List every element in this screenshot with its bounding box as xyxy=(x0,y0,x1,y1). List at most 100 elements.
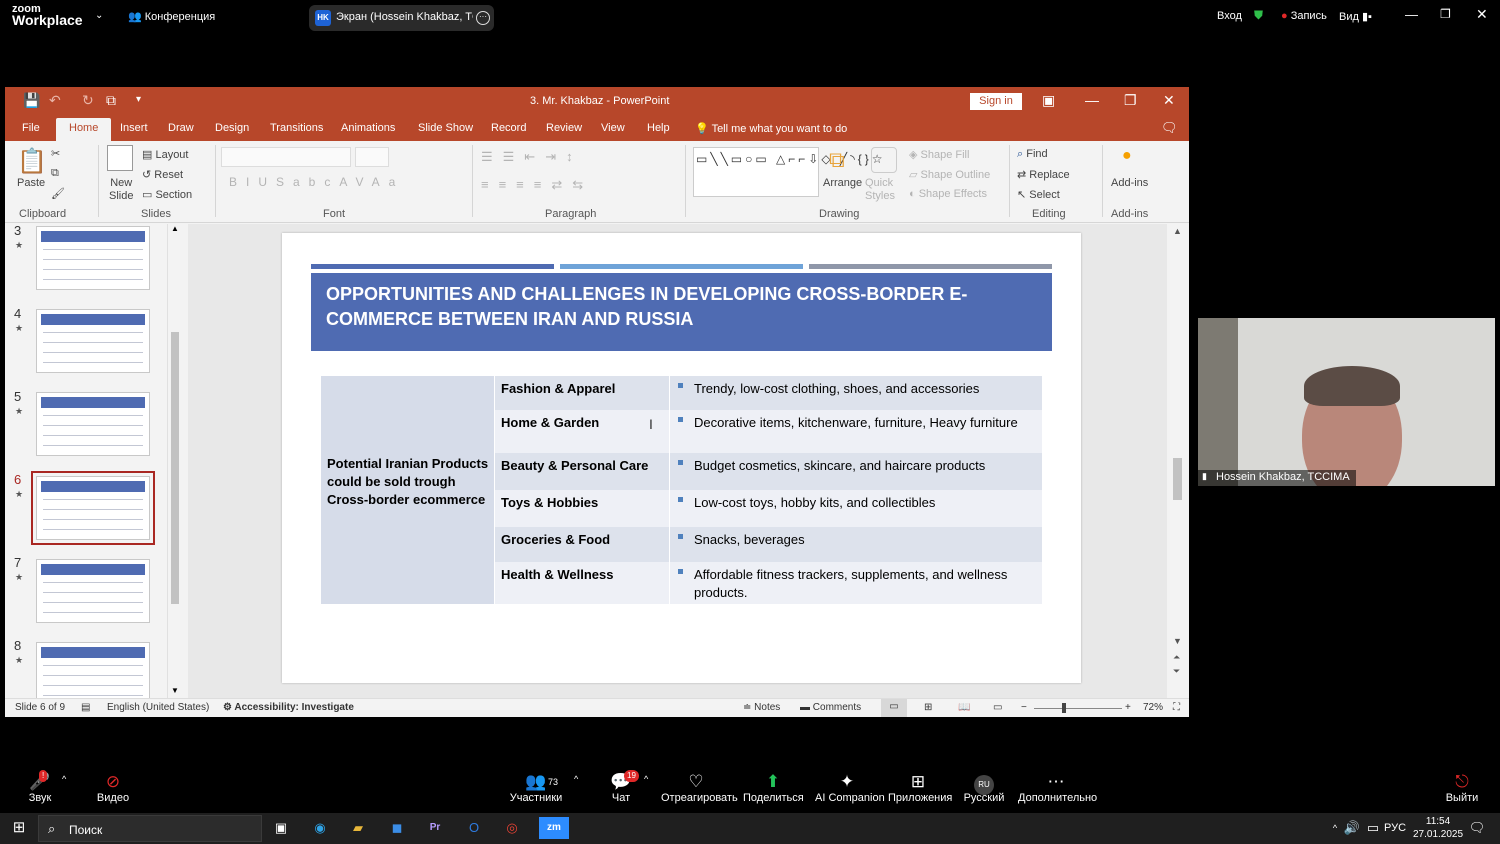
cut-icon[interactable]: ✂ xyxy=(51,147,60,160)
scroll-up-icon[interactable]: ▲ xyxy=(1173,226,1182,236)
scroll-up-icon[interactable]: ▲ xyxy=(171,224,179,233)
slide-thumbnail-8[interactable] xyxy=(36,642,150,706)
paste-button[interactable]: Paste xyxy=(17,177,45,189)
new-slide-button[interactable]: New Slide xyxy=(109,177,133,203)
language-button[interactable]: RU Русский xyxy=(962,766,1006,813)
windows-start-icon[interactable]: ⊞ xyxy=(8,817,30,839)
video-button[interactable]: ⊘ Видео xyxy=(92,766,134,813)
slide-thumbnail-7[interactable] xyxy=(36,559,150,623)
language-status[interactable]: English (United States) xyxy=(107,702,209,713)
scrollbar-thumb[interactable] xyxy=(1173,458,1182,500)
spell-check-icon[interactable]: ▤ xyxy=(81,702,90,713)
previous-slide-icon[interactable]: ⏶ xyxy=(1173,652,1180,663)
close-icon[interactable]: ✕ xyxy=(1163,92,1175,108)
notes-button[interactable]: ≐ Notes xyxy=(743,702,780,713)
tab-animations[interactable]: Animations xyxy=(341,122,395,134)
tell-me-box[interactable]: 💡 Tell me what you want to do xyxy=(695,122,847,135)
quick-styles-button[interactable]: Quick Styles xyxy=(865,177,895,203)
clock[interactable]: 11:54 27.01.2025 xyxy=(1413,815,1463,841)
notifications-icon[interactable]: 🗨 xyxy=(1466,817,1488,839)
taskbar-search[interactable]: ⌕ Поиск xyxy=(38,815,262,842)
tab-design[interactable]: Design xyxy=(215,122,249,134)
fit-to-window-icon[interactable]: ⛶ xyxy=(1173,702,1180,713)
tab-help[interactable]: Help xyxy=(647,122,670,134)
login-button[interactable]: Вход xyxy=(1217,10,1242,22)
view-button[interactable]: Вид ▮▪ xyxy=(1339,10,1372,23)
select-button[interactable]: ↖ Select xyxy=(1017,188,1060,201)
reset-button[interactable]: ↺ Reset xyxy=(142,168,183,181)
zoom-slider[interactable] xyxy=(1034,708,1122,709)
align-icons[interactable]: ≡≡≡≡⇄⇆ xyxy=(481,177,593,193)
thumbnail-scrollbar[interactable]: ▲ ▼ xyxy=(167,224,181,698)
tab-transitions[interactable]: Transitions xyxy=(270,122,323,134)
conference-button[interactable]: 👥 Конференция xyxy=(128,10,215,23)
maximize-icon[interactable]: ❐ xyxy=(1124,92,1137,108)
screen-share-pill[interactable]: HK Экран (Hossein Khakbaz, TCCIM) ··· xyxy=(309,5,494,31)
format-painter-icon[interactable]: 🖌 xyxy=(51,187,65,200)
react-button[interactable]: ♡ Отреагировать xyxy=(661,766,738,813)
customize-toolbar-icon[interactable]: ▾ xyxy=(136,92,141,108)
tab-file[interactable]: File xyxy=(22,122,40,134)
speaker-icon[interactable]: 🔊 xyxy=(1341,817,1363,839)
edge-icon[interactable]: ◉ xyxy=(309,817,331,839)
scrollbar-thumb[interactable] xyxy=(171,332,179,604)
slide-title[interactable]: OPPORTUNITIES AND CHALLENGES IN DEVELOPI… xyxy=(311,273,1052,351)
comment-icon[interactable]: 🗨 xyxy=(1161,120,1178,136)
slide-canvas[interactable]: OPPORTUNITIES AND CHALLENGES IN DEVELOPI… xyxy=(282,233,1081,683)
reading-view-icon[interactable]: 📖 xyxy=(958,702,970,713)
chevron-up-icon[interactable]: ^ xyxy=(574,774,578,784)
font-format-icons[interactable]: BIUSabcAVAa xyxy=(229,175,404,189)
zoom-slider-thumb[interactable] xyxy=(1062,703,1066,713)
layout-button[interactable]: ▤ Layout xyxy=(142,148,188,161)
ai-companion-button[interactable]: ✦ AI Companion xyxy=(815,766,885,813)
minimize-icon[interactable]: — xyxy=(1405,7,1418,22)
minimize-icon[interactable]: — xyxy=(1085,92,1099,108)
shape-effects-button[interactable]: ◐ Shape Effects xyxy=(909,188,987,200)
next-slide-icon[interactable]: ⏷ xyxy=(1173,666,1180,677)
tab-home[interactable]: Home xyxy=(56,118,112,141)
share-button[interactable]: ⬆ Поделиться xyxy=(743,766,804,813)
participant-video[interactable]: ▮ Hossein Khakbaz, TCCIMA xyxy=(1198,318,1495,486)
input-language[interactable]: РУС xyxy=(1384,822,1406,834)
apps-button[interactable]: ⊞ Приложения xyxy=(888,766,952,813)
task-view-icon[interactable]: ▣ xyxy=(270,817,292,839)
slide-thumbnail-3[interactable] xyxy=(36,226,150,290)
more-button[interactable]: ⋯ Дополнительно xyxy=(1018,766,1097,813)
normal-view-icon[interactable]: ▭ xyxy=(881,699,907,717)
tab-insert[interactable]: Insert xyxy=(120,122,148,134)
tab-record[interactable]: Record xyxy=(491,122,526,134)
shape-fill-button[interactable]: ◈ Shape Fill xyxy=(909,148,969,161)
copy-icon[interactable]: ⧉ xyxy=(51,167,59,180)
zoom-out-icon[interactable]: − xyxy=(1021,702,1027,713)
comments-button[interactable]: ▬ Comments xyxy=(800,702,861,713)
store-icon[interactable]: ◼ xyxy=(386,817,408,839)
save-icon[interactable]: 💾 xyxy=(23,92,40,108)
undo-icon[interactable]: ↶ xyxy=(49,92,61,108)
redo-icon[interactable]: ↻ xyxy=(82,92,94,108)
more-options-icon[interactable]: ··· xyxy=(476,11,490,25)
shapes-gallery[interactable]: ▭╲╲▭○▭ △⌐⌐⇩◇ ╱◝{}☆ xyxy=(693,147,883,197)
list-icons[interactable]: ☰☰⇤⇥↕ xyxy=(481,149,583,165)
scroll-down-icon[interactable]: ▼ xyxy=(171,686,179,695)
chevron-up-icon[interactable]: ^ xyxy=(62,774,66,784)
editor-scrollbar[interactable]: ▲ ▼ ⏶ ⏷ xyxy=(1167,224,1189,698)
find-button[interactable]: ⌕ Find xyxy=(1017,148,1048,161)
addins-button[interactable]: Add-ins xyxy=(1111,177,1148,189)
section-button[interactable]: ▭ Section xyxy=(142,188,192,201)
slide-thumbnail-5[interactable] xyxy=(36,392,150,456)
tab-slide-show[interactable]: Slide Show xyxy=(418,122,473,134)
tab-draw[interactable]: Draw xyxy=(168,122,194,134)
shape-outline-button[interactable]: ▱ Shape Outline xyxy=(909,168,990,181)
zoom-app-icon[interactable]: zm xyxy=(539,817,569,839)
font-size-field[interactable] xyxy=(355,147,389,167)
outlook-icon[interactable]: O xyxy=(463,817,485,839)
network-icon[interactable]: ▭ xyxy=(1362,817,1384,839)
slide-thumbnail-6-selected[interactable] xyxy=(31,471,155,545)
font-name-field[interactable] xyxy=(221,147,351,167)
premiere-icon[interactable]: Pr xyxy=(424,817,446,839)
replace-button[interactable]: ⇄ Replace xyxy=(1017,168,1070,181)
tab-review[interactable]: Review xyxy=(546,122,582,134)
slide-thumbnail-4[interactable] xyxy=(36,309,150,373)
slide-sorter-icon[interactable]: ⊞ xyxy=(924,702,932,713)
accessibility-status[interactable]: ⚙ Accessibility: Investigate xyxy=(223,702,354,713)
